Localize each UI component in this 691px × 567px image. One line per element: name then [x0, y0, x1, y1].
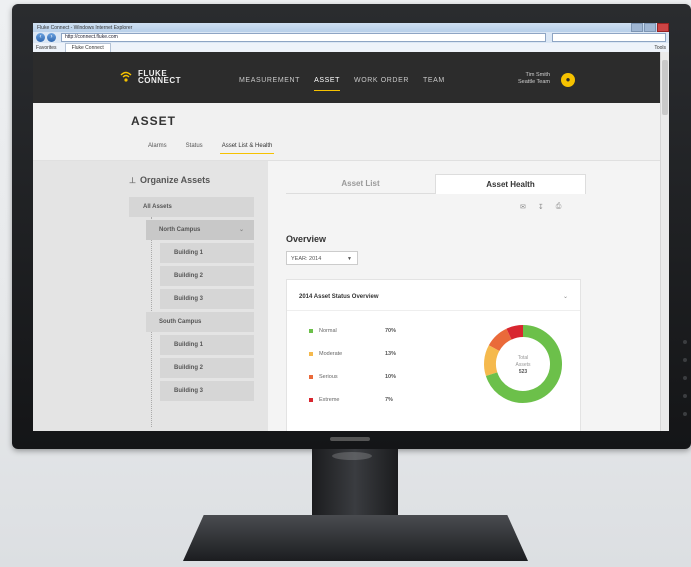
browser-tab[interactable]: Fluke Connect	[64, 43, 111, 52]
legend-pct: 70%	[385, 328, 397, 334]
card-divider	[287, 310, 580, 311]
tree-item-all-assets: All Assets	[143, 204, 172, 210]
user-avatar-icon[interactable]: ●	[561, 73, 575, 87]
tree-item-building: Building 3	[174, 388, 203, 394]
browser-search-input[interactable]	[552, 33, 666, 42]
tree-item-building: Building 3	[174, 296, 203, 302]
subtab-status[interactable]: Status	[186, 143, 203, 149]
legend-label: Normal	[319, 328, 337, 334]
legend-row-serious: Serious	[309, 374, 338, 380]
legend-row-normal: Normal	[309, 328, 337, 334]
collapse-chevron-icon[interactable]: ⌄	[563, 293, 568, 300]
stand-highlight	[332, 452, 372, 460]
nav-measurement[interactable]: MEASUREMENT	[239, 77, 300, 84]
tab-asset-list[interactable]: Asset List	[286, 174, 435, 194]
tab-asset-health[interactable]: Asset Health	[435, 174, 586, 194]
print-icon[interactable]: ⎙	[556, 203, 562, 211]
subtab-asset-list-health[interactable]: Asset List & Health	[219, 143, 275, 154]
legend-label: Extreme	[319, 397, 340, 403]
tree-item-building: Building 1	[174, 342, 203, 348]
wifi-logo-icon	[120, 70, 132, 84]
main-nav: MEASUREMENT ASSET WORK ORDER TEAM	[239, 77, 459, 91]
logo-line2: CONNECT	[138, 76, 182, 85]
back-button[interactable]: ‹	[36, 33, 45, 42]
asset-tabs: Asset List Asset Health	[286, 174, 586, 194]
legend-pct: 7%	[385, 397, 393, 403]
download-icon[interactable]: ↧	[538, 203, 544, 211]
user-team: Seattle Team	[518, 79, 551, 85]
monitor-side-buttons	[683, 340, 687, 430]
url-input[interactable]: http://connect.fluke.com	[61, 33, 546, 42]
tree-item-north-campus: North Campus	[159, 227, 201, 233]
total-assets-value: 523	[518, 369, 528, 375]
tree-item-building: Building 2	[174, 273, 203, 279]
action-icons: ✉ ↧ ⎙	[520, 203, 573, 211]
app-header: FLUKE CONNECT MEASUREMENT ASSET WORK ORD…	[33, 52, 661, 103]
organize-assets-label: Organize Assets	[139, 175, 211, 185]
monitor-power-light	[330, 437, 370, 441]
legend-swatch	[309, 352, 313, 356]
minimize-button[interactable]	[631, 23, 643, 32]
nav-work-order[interactable]: WORK ORDER	[354, 77, 409, 84]
donut-slice-extreme[interactable]	[506, 325, 524, 340]
favorites-button[interactable]: Favorites	[36, 45, 57, 51]
organize-assets-title: ⊥ Organize Assets	[129, 175, 210, 185]
user-name: Tim Smith	[525, 72, 551, 78]
fluke-connect-logo[interactable]: FLUKE CONNECT	[120, 70, 182, 85]
chevron-down-icon[interactable]: ⌄	[239, 226, 244, 233]
hierarchy-icon: ⊥	[129, 176, 136, 185]
legend-row-extreme: Extreme	[309, 397, 339, 403]
page-subtabs: Alarms Status Asset List & Health	[148, 143, 291, 154]
user-info[interactable]: Tim Smith Seattle Team	[518, 72, 550, 86]
total-label-line1: Total	[517, 355, 529, 361]
year-select-value: YEAR: 2014	[291, 256, 322, 262]
donut-slice-serious[interactable]	[488, 328, 512, 352]
legend-label: Moderate	[319, 351, 343, 357]
monitor-stand-base	[183, 515, 528, 561]
caret-down-icon: ▼	[347, 256, 352, 262]
legend-label: Serious	[319, 374, 338, 380]
legend-pct: 13%	[385, 351, 397, 357]
maximize-button[interactable]	[644, 23, 656, 32]
forward-button[interactable]: ›	[47, 33, 56, 42]
legend-pct: 10%	[385, 374, 397, 380]
close-button[interactable]	[657, 23, 669, 32]
window-controls	[630, 23, 669, 32]
nav-asset[interactable]: ASSET	[314, 77, 340, 91]
tree-item-building: Building 1	[174, 250, 203, 256]
tree-item-building: Building 2	[174, 365, 203, 371]
donut-slice-moderate[interactable]	[484, 345, 500, 377]
asset-health-panel: Asset List Asset Health ✉ ↧ ⎙ Overview Y…	[268, 161, 661, 431]
overview-title: Overview	[286, 234, 327, 244]
subtab-alarms[interactable]: Alarms	[148, 143, 167, 149]
nav-team[interactable]: TEAM	[423, 77, 445, 84]
address-bar: ‹ › http://connect.fluke.com	[33, 32, 669, 43]
tools-menu[interactable]: Tools	[654, 45, 666, 51]
total-label-line2: Assets	[515, 362, 531, 368]
year-select[interactable]: YEAR: 2014 ▼	[286, 251, 358, 265]
legend-swatch	[309, 398, 313, 402]
screen: Fluke Connect - Windows Internet Explore…	[33, 23, 669, 431]
legend-row-moderate: Moderate	[309, 351, 342, 357]
browser-titlebar: Fluke Connect - Windows Internet Explore…	[33, 23, 669, 32]
email-icon[interactable]: ✉	[520, 203, 526, 211]
page-title: ASSET	[131, 114, 177, 128]
page-subheader: ASSET Alarms Status Asset List & Health	[33, 103, 661, 161]
organize-assets-panel: ⊥ Organize Assets All Assets North Campus…	[33, 161, 268, 431]
window-title: Fluke Connect - Windows Internet Explore…	[37, 24, 133, 31]
page-scrollbar[interactable]	[660, 52, 669, 431]
legend-swatch	[309, 329, 313, 333]
scrollbar-thumb[interactable]	[662, 60, 668, 115]
donut-center-label: Total Assets 523	[497, 355, 549, 376]
card-title: 2014 Asset Status Overview	[299, 294, 379, 300]
tree-item-south-campus: South Campus	[159, 319, 202, 325]
asset-status-card: 2014 Asset Status Overview ⌄ Normal 70% …	[286, 279, 581, 431]
legend-swatch	[309, 375, 313, 379]
